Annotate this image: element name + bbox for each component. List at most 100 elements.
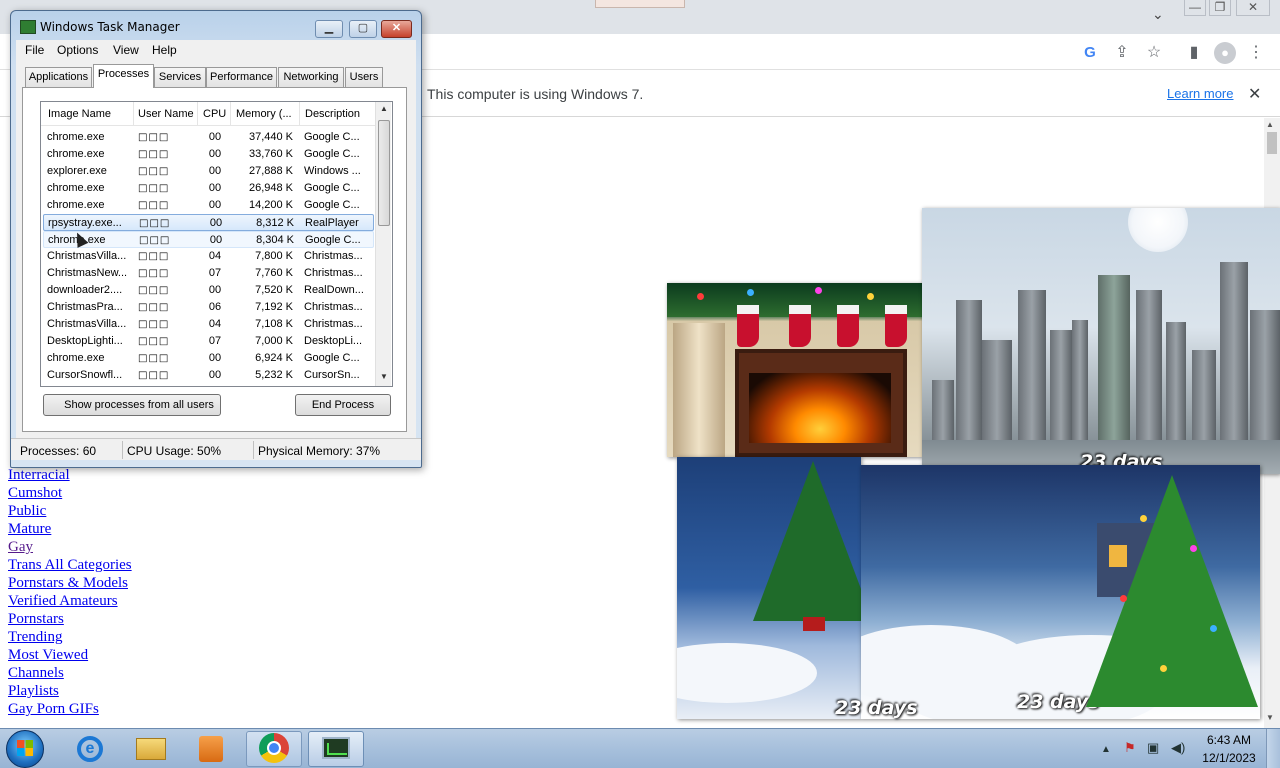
tab-applications[interactable]: Applications xyxy=(25,67,92,87)
category-link[interactable]: Public xyxy=(8,502,132,520)
process-row[interactable]: rpsystray.exe... □□□ 00 8,312 K RealPlayer xyxy=(43,214,374,231)
browser-close-button[interactable]: ✕ xyxy=(1236,0,1270,16)
process-image-name: chrome.exe xyxy=(47,352,105,364)
category-link[interactable]: Gay xyxy=(8,538,132,556)
scroll-up-arrow-icon[interactable]: ▲ xyxy=(380,104,388,113)
network-icon[interactable]: ▣ xyxy=(1147,740,1159,756)
process-list-scrollbar[interactable]: ▲ ▼ xyxy=(375,102,391,386)
category-link[interactable]: Gay Porn GIFs xyxy=(8,700,132,718)
google-lens-icon[interactable]: G xyxy=(1080,43,1100,63)
clock-date[interactable]: 12/1/2023 xyxy=(1198,751,1260,765)
category-link[interactable]: Most Viewed xyxy=(8,646,132,664)
profile-avatar-icon[interactable]: ● xyxy=(1214,42,1236,64)
share-icon[interactable]: ⇪ xyxy=(1112,43,1132,63)
process-list[interactable]: Image Name User Name CPU Memory (... ▔ D… xyxy=(40,101,393,387)
tab-networking[interactable]: Networking xyxy=(278,67,344,87)
column-header-image-name[interactable]: Image Name xyxy=(48,108,111,120)
process-row[interactable]: explorer.exe □□□ 00 27,888 K Windows ... xyxy=(43,163,374,180)
browser-menu-icon[interactable]: ⋮ xyxy=(1246,43,1266,63)
column-divider[interactable] xyxy=(230,102,231,126)
category-link[interactable]: Trending xyxy=(8,628,132,646)
process-row[interactable]: chrome.exe □□□ 00 26,948 K Google C... xyxy=(43,180,374,197)
process-cpu: 00 xyxy=(208,369,222,381)
menu-file[interactable]: File xyxy=(25,43,44,57)
process-user-name: □□□ xyxy=(138,370,170,381)
close-button[interactable]: ✕ xyxy=(381,20,412,38)
column-header-description[interactable]: Description xyxy=(305,108,360,120)
browser-minimize-button[interactable]: — xyxy=(1184,0,1206,16)
maximize-button[interactable]: ▢ xyxy=(349,20,377,38)
tab-services[interactable]: Services xyxy=(154,67,206,87)
bookmark-star-icon[interactable]: ☆ xyxy=(1144,43,1164,63)
tab-performance[interactable]: Performance xyxy=(206,67,277,87)
process-row[interactable]: DesktopLighti... □□□ 07 7,000 K DesktopLi... xyxy=(43,333,374,350)
process-row[interactable]: chrome.exe □□□ 00 33,760 K Google C... xyxy=(43,146,374,163)
category-link[interactable]: Verified Amateurs xyxy=(8,592,132,610)
tab-processes[interactable]: Processes xyxy=(93,64,154,88)
process-memory: 5,232 K xyxy=(255,369,293,381)
category-link[interactable]: Channels xyxy=(8,664,132,682)
process-row[interactable]: chrome.exe □□□ 00 37,440 K Google C... xyxy=(43,129,374,146)
category-link[interactable]: Mature xyxy=(8,520,132,538)
column-divider[interactable] xyxy=(197,102,198,126)
category-link[interactable]: Interracial xyxy=(8,466,132,484)
process-image-name: chrome.exe xyxy=(47,182,105,194)
building xyxy=(1136,290,1162,440)
tab-search-icon[interactable]: ⌄ xyxy=(1152,6,1164,23)
browser-tab[interactable] xyxy=(595,0,685,8)
action-center-flag-icon[interactable]: ⚑ xyxy=(1124,740,1136,756)
page-scroll-thumb[interactable] xyxy=(1267,132,1277,154)
ornament xyxy=(1140,515,1147,522)
menu-options[interactable]: Options xyxy=(57,43,98,57)
process-description: Google C... xyxy=(304,352,360,364)
show-hidden-icons-icon[interactable]: ▲ xyxy=(1101,744,1111,755)
scroll-thumb[interactable] xyxy=(378,120,390,226)
category-link[interactable]: Playlists xyxy=(8,682,132,700)
menu-help[interactable]: Help xyxy=(152,43,177,57)
scroll-up-arrow-icon[interactable]: ▲ xyxy=(1266,120,1274,129)
clock-time[interactable]: 6:43 AM xyxy=(1198,733,1260,747)
browser-restore-button[interactable]: ❐ xyxy=(1209,0,1231,16)
decorated-tree-gadget[interactable] xyxy=(1080,475,1262,719)
status-processes-count: Processes: 60 xyxy=(20,444,97,458)
category-link[interactable]: Pornstars xyxy=(8,610,132,628)
side-panel-icon[interactable]: ▮ xyxy=(1184,43,1204,63)
process-row[interactable]: chrome.exe □□□ 00 6,924 K Google C... xyxy=(43,350,374,367)
minimize-button[interactable]: ▁ xyxy=(315,20,343,38)
scroll-down-arrow-icon[interactable]: ▼ xyxy=(380,372,388,381)
show-desktop-button[interactable] xyxy=(1266,729,1280,768)
process-row[interactable]: ChristmasVilla... □□□ 04 7,108 K Christmas..… xyxy=(43,316,374,333)
process-row[interactable]: chrome.exe □□□ 00 14,200 K Google C... xyxy=(43,197,374,214)
category-link[interactable]: Pornstars & Models xyxy=(8,574,132,592)
process-row[interactable]: downloader2.... □□□ 00 7,520 K RealDown... xyxy=(43,282,374,299)
category-link[interactable]: Cumshot xyxy=(8,484,132,502)
column-divider[interactable] xyxy=(299,102,300,126)
process-row[interactable]: chrome.exe □□□ 00 8,304 K Google C... xyxy=(43,231,374,248)
fireplace-gadget[interactable] xyxy=(667,283,923,457)
sun xyxy=(1128,208,1188,252)
tab-users[interactable]: Users xyxy=(345,67,383,87)
category-link[interactable]: Trans All Categories xyxy=(8,556,132,574)
process-row[interactable]: ChristmasNew... □□□ 07 7,760 K Christmas... xyxy=(43,265,374,282)
learn-more-link[interactable]: Learn more xyxy=(1167,86,1233,101)
process-row[interactable]: ChristmasVilla... □□□ 04 7,800 K Christmas..… xyxy=(43,248,374,265)
process-row[interactable]: CursorSnowfl... □□□ 00 5,232 K CursorSn... xyxy=(43,367,374,384)
column-header-user-name[interactable]: User Name xyxy=(138,108,194,120)
column-header-memory[interactable]: Memory (... xyxy=(236,108,292,120)
process-user-name: □□□ xyxy=(139,235,171,246)
menu-view[interactable]: View xyxy=(113,43,139,57)
process-row[interactable]: ChristmasPra... □□□ 06 7,192 K Christmas... xyxy=(43,299,374,316)
scroll-down-arrow-icon[interactable]: ▼ xyxy=(1266,713,1274,722)
process-user-name: □□□ xyxy=(138,302,170,313)
end-process-button[interactable]: End Process xyxy=(295,394,391,416)
infobar-close-icon[interactable]: ✕ xyxy=(1248,84,1261,104)
tree-countdown-gadget[interactable] xyxy=(677,457,861,719)
column-divider[interactable] xyxy=(133,102,134,126)
column-header-cpu[interactable]: CPU xyxy=(203,108,226,120)
stocking xyxy=(737,305,759,347)
process-cpu: 00 xyxy=(208,148,222,160)
volume-icon[interactable]: ◀) xyxy=(1171,740,1185,756)
show-all-processes-button[interactable]: Show processes from all users xyxy=(43,394,221,416)
city-countdown-gadget[interactable] xyxy=(922,208,1280,474)
process-memory: 7,000 K xyxy=(255,335,293,347)
